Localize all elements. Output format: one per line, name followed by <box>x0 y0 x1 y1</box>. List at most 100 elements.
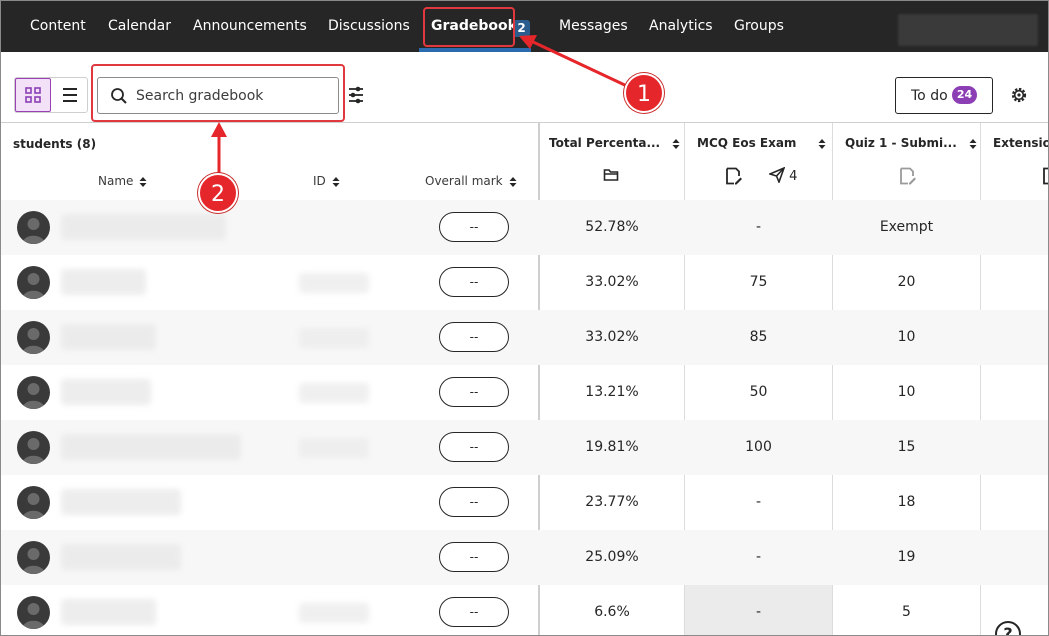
table-row[interactable]: -- 19.81% 100 15 <box>1 420 1048 475</box>
mcq-grade-cell[interactable]: 100 <box>685 420 832 475</box>
table-row[interactable]: -- 52.78% - Exempt <box>1 200 1048 255</box>
top-navigation: Content Calendar Announcements Discussio… <box>1 1 1048 52</box>
todo-label: To do <box>911 88 948 104</box>
mcq-grade-cell[interactable]: - <box>685 475 832 530</box>
avatar <box>17 266 50 299</box>
avatar <box>17 321 50 354</box>
filter-sliders-icon[interactable] <box>347 85 365 105</box>
blurred-student-name <box>61 379 151 405</box>
todo-count-badge: 24 <box>952 86 977 104</box>
gradebook-count-badge: 2 <box>513 20 530 37</box>
document-edit-icon <box>726 167 742 185</box>
gear-icon[interactable] <box>1009 85 1029 105</box>
blurred-user-area[interactable] <box>898 14 1038 46</box>
table-row[interactable]: -- 25.09% - 19 <box>1 530 1048 585</box>
total-percentage-cell[interactable]: 33.02% <box>540 255 684 310</box>
total-percentage-cell[interactable]: 23.77% <box>540 475 684 530</box>
blurred-student-name <box>61 599 156 625</box>
quiz-grade-cell[interactable]: 5 <box>833 585 980 635</box>
overall-mark-pill[interactable]: -- <box>439 597 509 627</box>
nav-messages[interactable]: Messages <box>559 18 628 34</box>
grid-icon <box>25 87 41 103</box>
avatar <box>17 431 50 464</box>
total-percentage-cell[interactable]: 33.02% <box>540 310 684 365</box>
mcq-grade-cell[interactable]: - <box>685 530 832 585</box>
quiz-grade-cell[interactable]: 20 <box>833 255 980 310</box>
quiz1-column-header[interactable]: Quiz 1 - Submi... <box>845 136 977 150</box>
overall-mark-pill[interactable]: -- <box>439 542 509 572</box>
blurred-student-id <box>299 438 369 458</box>
overall-mark-pill[interactable]: -- <box>439 487 509 517</box>
table-row[interactable]: -- 23.77% - 18 <box>1 475 1048 530</box>
folder-icon <box>603 169 619 181</box>
total-percentage-cell[interactable]: 25.09% <box>540 530 684 585</box>
avatar <box>17 376 50 409</box>
nav-discussions[interactable]: Discussions <box>328 18 410 34</box>
sort-icon <box>818 138 826 149</box>
id-header-text: ID <box>313 174 326 188</box>
quiz-grade-cell[interactable]: 10 <box>833 310 980 365</box>
sort-icon <box>139 176 147 187</box>
list-icon <box>63 88 77 102</box>
table-row[interactable]: -- 33.02% 85 10 <box>1 310 1048 365</box>
quiz-grade-cell[interactable]: 10 <box>833 365 980 420</box>
nav-calendar[interactable]: Calendar <box>108 18 171 34</box>
nav-announcements[interactable]: Announcements <box>193 18 307 34</box>
mcq-exam-column-header[interactable]: MCQ Eos Exam <box>697 136 826 150</box>
gradebook-highlight-box <box>423 7 515 47</box>
quiz-grade-cell[interactable]: 19 <box>833 530 980 585</box>
id-column-header[interactable]: ID <box>313 174 340 188</box>
nav-content[interactable]: Content <box>30 18 86 34</box>
name-header-text: Name <box>98 174 134 188</box>
blurred-student-name <box>61 489 181 515</box>
nav-analytics[interactable]: Analytics <box>649 18 713 34</box>
quiz-grade-cell[interactable]: 15 <box>833 420 980 475</box>
total-percentage-cell[interactable]: 19.81% <box>540 420 684 475</box>
blurred-student-name <box>61 544 181 570</box>
table-row[interactable]: -- 33.02% 75 20 <box>1 255 1048 310</box>
total-percentage-cell[interactable]: 6.6% <box>540 585 684 635</box>
blurred-student-id <box>299 383 369 403</box>
callout-number-2: 2 <box>198 173 238 213</box>
overall-mark-pill[interactable]: -- <box>439 212 509 242</box>
mcq-grade-cell[interactable]: 50 <box>685 365 832 420</box>
app-frame: Content Calendar Announcements Discussio… <box>0 0 1049 636</box>
table-row[interactable]: -- 13.21% 50 10 <box>1 365 1048 420</box>
document-edit-icon <box>1043 167 1048 185</box>
blurred-student-name <box>61 434 241 460</box>
avatar <box>17 486 50 519</box>
total-percentage-column-header[interactable]: Total Percenta... <box>549 136 680 150</box>
sort-icon <box>969 138 977 149</box>
sort-icon <box>332 176 340 187</box>
view-toggle <box>14 77 88 113</box>
quiz-grade-cell[interactable]: Exempt <box>833 200 980 255</box>
extension-column-header[interactable]: Extension <box>993 136 1048 150</box>
mcq-grade-cell[interactable]: 75 <box>685 255 832 310</box>
avatar <box>17 211 50 244</box>
name-column-header[interactable]: Name <box>98 174 147 188</box>
overall-mark-pill[interactable]: -- <box>439 432 509 462</box>
todo-button[interactable]: To do 24 <box>895 77 993 114</box>
needs-grading-indicator[interactable]: 4 <box>767 166 797 185</box>
list-view-button[interactable] <box>53 78 87 112</box>
table-row[interactable]: -- 6.6% - 5 <box>1 585 1048 635</box>
gradebook-grid: students (8) Name ID Overall mark Total … <box>1 122 1048 635</box>
send-icon <box>767 166 786 185</box>
quiz-grade-cell[interactable]: 18 <box>833 475 980 530</box>
total-percentage-cell[interactable]: 52.78% <box>540 200 684 255</box>
total-percentage-cell[interactable]: 13.21% <box>540 365 684 420</box>
overall-mark-pill[interactable]: -- <box>439 267 509 297</box>
nav-groups[interactable]: Groups <box>734 18 784 34</box>
overall-mark-column-header[interactable]: Overall mark <box>425 174 517 188</box>
blurred-student-name <box>61 269 146 295</box>
students-count-label: students (8) <box>13 137 97 151</box>
overall-mark-pill[interactable]: -- <box>439 377 509 407</box>
mcq-grade-cell[interactable]: 85 <box>685 310 832 365</box>
callout-number-1: 1 <box>624 73 664 113</box>
quiz-header-text: Quiz 1 - Submi... <box>845 136 957 150</box>
document-edit-icon <box>900 167 916 185</box>
mcq-grade-cell[interactable]: - <box>685 200 832 255</box>
mcq-grade-cell[interactable]: - <box>685 585 832 635</box>
overall-mark-pill[interactable]: -- <box>439 322 509 352</box>
grid-view-button[interactable] <box>15 78 51 112</box>
